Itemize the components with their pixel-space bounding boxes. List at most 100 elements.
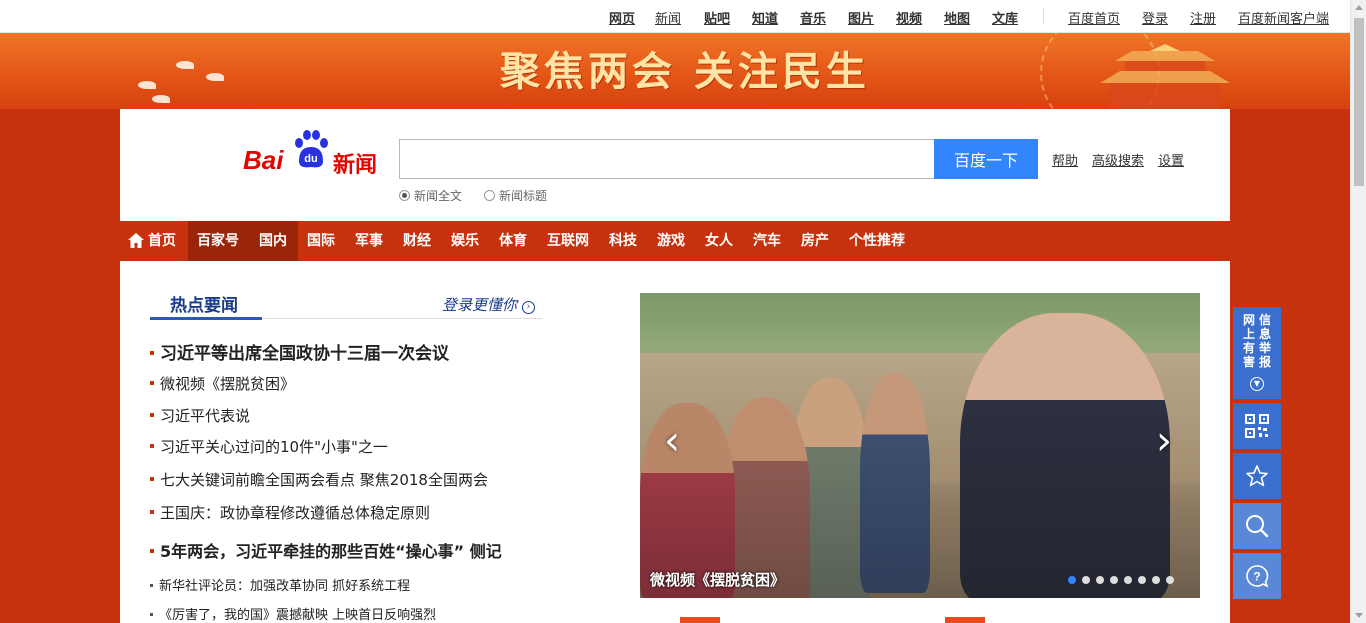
- search-header: Bai du 新闻 百度一下 帮助 高级搜索 设置 新闻全文 新闻标题: [120, 109, 1230, 221]
- home-icon: [128, 233, 144, 248]
- hot-news-title[interactable]: 热点要闻: [170, 291, 238, 316]
- feedback-button[interactable]: ?: [1233, 553, 1281, 599]
- tab-baijiahao-label: 百家号: [197, 233, 239, 249]
- page-scrollbar[interactable]: [1350, 0, 1366, 623]
- tab-domestic[interactable]: 国内: [248, 221, 298, 261]
- tab-auto[interactable]: 汽车: [753, 221, 781, 261]
- top-link-register[interactable]: 注册: [1190, 8, 1216, 27]
- dove-icon: [138, 81, 156, 89]
- banner-slogan: 聚焦两会 关注民生: [500, 48, 870, 95]
- news-headline[interactable]: 5年两会，习近平牵挂的那些百姓“操心事” 侧记: [150, 538, 502, 562]
- slide-dot[interactable]: [1110, 576, 1118, 584]
- radio-full-text-label: 新闻全文: [414, 189, 463, 203]
- logo-news: 新闻: [333, 153, 378, 178]
- paw-icon: du: [295, 130, 328, 168]
- tab-realestate[interactable]: 房产: [801, 221, 829, 261]
- tab-military[interactable]: 军事: [355, 221, 383, 261]
- tab-home-label: 首页: [148, 233, 176, 249]
- search-button[interactable]: 百度一下: [934, 139, 1038, 179]
- banner: 聚焦两会 关注民生: [0, 33, 1350, 109]
- slide-pagination: [1068, 573, 1180, 588]
- advanced-search-link[interactable]: 高级搜索: [1092, 150, 1144, 169]
- slide-next-button[interactable]: ›: [1156, 421, 1172, 461]
- news-headline[interactable]: 习近平等出席全国政协十三届一次会议: [150, 339, 449, 364]
- tab-women[interactable]: 女人: [705, 221, 733, 261]
- search-tool-button[interactable]: [1233, 503, 1281, 549]
- top-link-news[interactable]: 新闻: [655, 8, 681, 27]
- help-link[interactable]: 帮助: [1052, 150, 1078, 169]
- main-content: 热点要闻 登录更懂你 › 习近平等出席全国政协十三届一次会议 微视频《摆脱贫困》…: [120, 261, 1230, 623]
- news-item-sub[interactable]: 新华社评论员：加强改革协同 抓好系统工程: [150, 575, 410, 594]
- favorite-button[interactable]: [1233, 453, 1281, 499]
- top-link-news-client[interactable]: 百度新闻客户端: [1238, 8, 1329, 27]
- top-link-baidu-home[interactable]: 百度首页: [1068, 8, 1120, 27]
- radio-checked-icon: [399, 190, 410, 201]
- slide-dot[interactable]: [1152, 576, 1160, 584]
- top-link-music[interactable]: 音乐: [800, 8, 826, 27]
- tab-baijiahao[interactable]: 百家号: [188, 221, 248, 261]
- tab-finance[interactable]: 财经: [403, 221, 431, 261]
- tab-entertainment[interactable]: 娱乐: [451, 221, 479, 261]
- scroll-up-icon[interactable]: [1355, 5, 1363, 10]
- scroll-down-icon[interactable]: [1355, 613, 1363, 618]
- qrcode-button[interactable]: [1233, 403, 1281, 449]
- tab-tech[interactable]: 科技: [609, 221, 637, 261]
- top-link-login[interactable]: 登录: [1142, 8, 1168, 27]
- radio-unchecked-icon: [484, 190, 495, 201]
- top-nav-bar: 网页 新闻 贴吧 知道 音乐 图片 视频 地图 文库 百度首页 登录 注册 百度…: [0, 0, 1350, 33]
- channel-nav: 首页 百家号 国内 国际 军事 财经 娱乐 体育 互联网 科技 游戏 女人 汽车…: [120, 221, 1230, 261]
- report-text-col-1: 网上有害: [1242, 313, 1255, 369]
- qrcode-icon: [1245, 414, 1269, 438]
- top-link-images[interactable]: 图片: [848, 8, 874, 27]
- top-divider: [1043, 8, 1044, 24]
- login-more-link[interactable]: 登录更懂你 ›: [442, 294, 535, 315]
- slide-dot[interactable]: [1124, 576, 1132, 584]
- news-item[interactable]: 微视频《摆脱贫困》: [150, 373, 295, 394]
- radio-full-text[interactable]: 新闻全文: [399, 187, 462, 204]
- help-icon: ?: [1246, 565, 1269, 588]
- tab-home[interactable]: 首页: [128, 221, 176, 261]
- news-item[interactable]: 习近平关心过问的10件"小事"之一: [150, 436, 388, 457]
- tab-personalized[interactable]: 个性推荐: [849, 221, 905, 261]
- dove-icon: [206, 73, 224, 81]
- baidu-news-logo[interactable]: Bai du 新闻: [243, 127, 383, 178]
- svg-text:?: ?: [1253, 570, 1260, 584]
- radio-title-only[interactable]: 新闻标题: [484, 187, 547, 204]
- logo-du: du: [304, 153, 317, 165]
- section-header-peek: [945, 617, 985, 623]
- news-item-sub[interactable]: 《厉害了，我的国》震撼献映 上映首日反响强烈: [150, 604, 436, 623]
- top-link-map[interactable]: 地图: [944, 8, 970, 27]
- slide-dot[interactable]: [1096, 576, 1104, 584]
- slide-caption[interactable]: 微视频《摆脱贫困》: [650, 569, 785, 590]
- search-input[interactable]: [399, 139, 935, 179]
- tab-sports[interactable]: 体育: [499, 221, 527, 261]
- scrollbar-thumb[interactable]: [1354, 18, 1364, 186]
- search-icon: [1246, 515, 1269, 538]
- star-icon: [1246, 465, 1268, 487]
- slide-dot[interactable]: [1068, 576, 1076, 584]
- dove-icon: [176, 61, 194, 69]
- radio-title-label: 新闻标题: [499, 189, 548, 203]
- news-item[interactable]: 七大关键词前瞻全国两会看点 聚焦2018全国两会: [150, 469, 488, 490]
- slide-dot[interactable]: [1138, 576, 1146, 584]
- chevron-down-icon: ▼: [1250, 377, 1264, 391]
- news-item[interactable]: 王国庆：政协章程修改遵循总体稳定原则: [150, 502, 430, 523]
- section-header-peek: [680, 617, 720, 623]
- top-link-zhidao[interactable]: 知道: [752, 8, 778, 27]
- tab-international[interactable]: 国际: [307, 221, 335, 261]
- featured-slideshow[interactable]: ‹ › 微视频《摆脱贫困》: [640, 293, 1200, 598]
- tab-internet[interactable]: 互联网: [547, 221, 589, 261]
- logo-bai: Bai: [243, 145, 284, 175]
- report-harmful-info-button[interactable]: 网上有害 信息举报 ▼: [1233, 307, 1281, 399]
- top-link-web[interactable]: 网页: [609, 8, 635, 27]
- top-link-video[interactable]: 视频: [896, 8, 922, 27]
- top-link-tieba[interactable]: 贴吧: [704, 8, 730, 27]
- top-link-wenku[interactable]: 文库: [992, 8, 1018, 27]
- news-item[interactable]: 习近平代表说: [150, 405, 250, 426]
- tab-games[interactable]: 游戏: [657, 221, 685, 261]
- slide-dot[interactable]: [1166, 576, 1174, 584]
- report-text-col-2: 信息举报: [1258, 313, 1271, 369]
- slide-prev-button[interactable]: ‹: [664, 421, 680, 461]
- settings-link[interactable]: 设置: [1158, 150, 1184, 169]
- slide-dot[interactable]: [1082, 576, 1090, 584]
